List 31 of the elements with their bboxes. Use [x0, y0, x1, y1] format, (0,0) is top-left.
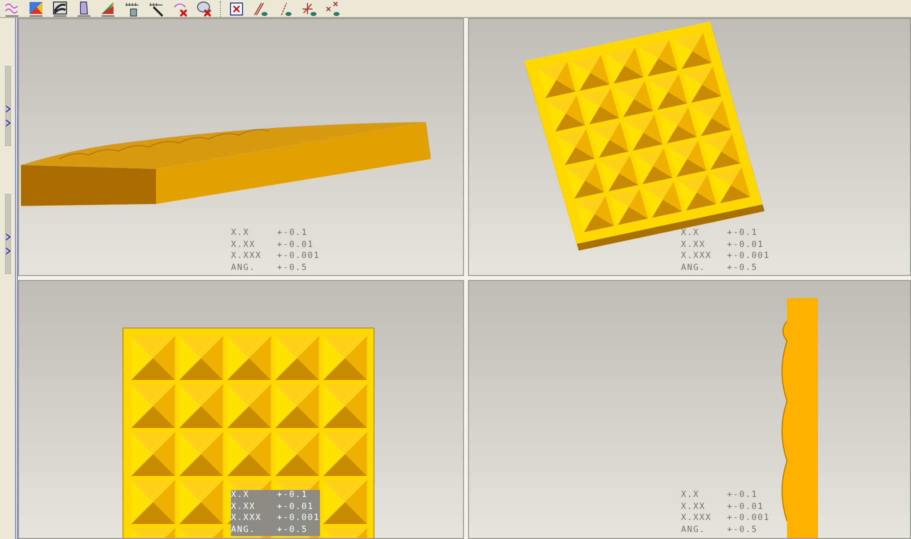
- tolerance-line: X.XXX +-0.001: [231, 251, 320, 262]
- tolerance-line: ANG. +-0.5: [681, 524, 759, 536]
- tolerance-line: ANG. +-0.5: [681, 262, 759, 274]
- surface-icon[interactable]: [76, 0, 92, 16]
- delete-surface-icon[interactable]: [196, 0, 212, 16]
- tolerance-line: X.XX +-0.01: [231, 240, 315, 251]
- spectrum-icon[interactable]: [28, 0, 44, 16]
- tolerance-line: X.XXX +-0.001: [681, 251, 770, 262]
- delete-contour-icon[interactable]: [172, 0, 188, 16]
- tolerance-line: X.X +-0.1: [681, 490, 759, 502]
- viewport[interactable]: X.X +-0.1 X.XX +-0.01 X.XXX +-0.001 ANG. +-0.5: [18, 280, 464, 539]
- color-map-icon[interactable]: [100, 0, 116, 16]
- ruler-icon[interactable]: [124, 0, 140, 16]
- tolerance-line: X.XXX +-0.001: [681, 513, 770, 524]
- tolerance-line: X.XX +-0.01: [681, 240, 765, 251]
- tolerance-line: ANG. +-0.5: [231, 262, 309, 274]
- tolerance-line: X.XX +-0.01: [681, 502, 765, 513]
- axis-eye-icon[interactable]: [301, 0, 317, 16]
- viewport[interactable]: X.X +-0.1 X.XX +-0.01 X.XXX +-0.001 ANG. +-0.5: [18, 18, 464, 276]
- tolerance-line: X.X +-0.1: [231, 228, 309, 240]
- point-eye-icon[interactable]: [325, 0, 341, 16]
- grip-handle-icon[interactable]: [4, 194, 10, 274]
- ruler-slash-icon[interactable]: [148, 0, 164, 16]
- viewport[interactable]: X.X +-0.1 X.XX +-0.01 X.XXX +-0.001 ANG. +-0.5: [468, 280, 911, 539]
- angle-eye-icon[interactable]: [253, 0, 269, 16]
- viewport[interactable]: X.X +-0.1 X.XX +-0.01 X.XXX +-0.001 ANG. +-0.5: [468, 18, 911, 276]
- wave-icon[interactable]: [4, 0, 20, 16]
- close-icon[interactable]: [229, 0, 245, 16]
- contour-icon[interactable]: [52, 0, 68, 16]
- tolerance-line: X.X +-0.1: [681, 228, 759, 240]
- grip-handle-icon[interactable]: [4, 66, 10, 146]
